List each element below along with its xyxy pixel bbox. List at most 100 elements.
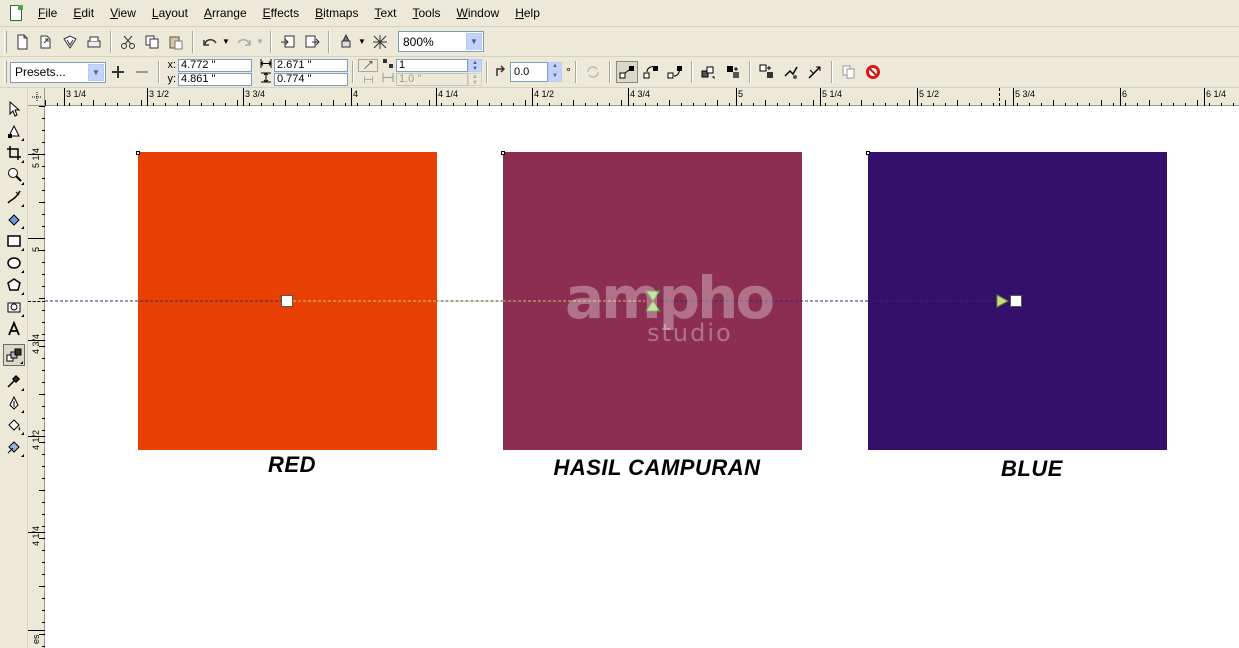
paste-icon[interactable] [165, 31, 187, 53]
import-icon[interactable] [277, 31, 299, 53]
drawing-canvas[interactable]: ampho studio RED HASIL CAMPURAN BLUE [45, 106, 1239, 648]
smart-fill-tool-icon[interactable] [3, 208, 25, 230]
menu-arrange[interactable]: Arrange [196, 0, 255, 27]
ruler-label: 3 3/4 [245, 89, 266, 99]
ruler-label: 4 [353, 89, 359, 99]
new-document-icon[interactable] [11, 31, 33, 53]
open-icon[interactable] [35, 31, 57, 53]
x-position-input[interactable]: 4.772 " [178, 58, 252, 72]
chevron-down-icon[interactable]: ▼ [466, 33, 482, 50]
y-position-input[interactable]: 4.861 " [178, 72, 252, 86]
undo-icon[interactable] [199, 31, 221, 53]
menu-view[interactable]: View [102, 0, 144, 27]
color-acceleration-icon[interactable] [722, 61, 744, 83]
direct-blend-icon[interactable] [615, 61, 638, 83]
ruler-major-tick [736, 88, 737, 106]
save-icon[interactable] [59, 31, 81, 53]
path-properties-dropdown-icon[interactable] [804, 61, 826, 83]
toolbar-grip[interactable] [4, 30, 7, 53]
redo-icon[interactable] [233, 31, 255, 53]
blend-steps-input[interactable]: 1 [396, 58, 468, 72]
ruler-label: 4 3/4 [31, 333, 41, 354]
menu-layout[interactable]: Layout [144, 0, 196, 27]
fixed-spacing-icon[interactable] [358, 73, 378, 86]
copy-blend-properties-icon[interactable] [838, 61, 860, 83]
blend-start-handle[interactable] [281, 295, 293, 307]
loop-blend-icon[interactable] [582, 61, 604, 83]
ellipse-tool-icon[interactable] [3, 252, 25, 274]
menu-help[interactable]: Help [507, 0, 548, 27]
height-input[interactable]: 0.774 " [274, 72, 348, 86]
object-acceleration-icon[interactable] [698, 61, 720, 83]
menu-edit[interactable]: Edit [65, 0, 102, 27]
ruler-major-tick [147, 88, 148, 106]
menu-tools[interactable]: Tools [404, 0, 448, 27]
launcher-dropdown-icon[interactable]: ▼ [358, 37, 366, 46]
corel-online-icon[interactable] [369, 31, 391, 53]
eyedropper-tool-icon[interactable] [3, 370, 25, 392]
export-icon[interactable] [301, 31, 323, 53]
blend-end-handle[interactable] [1010, 295, 1022, 307]
presets-value: Presets... [15, 65, 66, 79]
basic-shapes-tool-icon[interactable] [3, 296, 25, 318]
chevron-down-icon[interactable]: ▼ [88, 63, 104, 81]
polygon-tool-icon[interactable] [3, 274, 25, 296]
pick-tool-icon[interactable] [3, 98, 25, 120]
horizontal-ruler[interactable]: 3 1/4 3 1/2 3 3/4 4 4 1/4 4 1/2 4 3/4 5 5 1/4 5 1… [45, 88, 1239, 106]
copy-icon[interactable] [141, 31, 163, 53]
interactive-fill-tool-icon[interactable] [3, 436, 25, 458]
ruler-label: 5 3/4 [1015, 89, 1036, 99]
zoom-tool-icon[interactable] [3, 164, 25, 186]
size-fields: 2.671 " 0.774 " [258, 58, 348, 86]
blend-direction-input[interactable]: 0.0 [510, 62, 548, 82]
clear-blend-icon[interactable] [862, 61, 884, 83]
spacing-spin-icon[interactable]: ▲ ▼ [468, 72, 482, 86]
path-properties-icon[interactable] [358, 58, 378, 72]
width-input[interactable]: 2.671 " [274, 58, 348, 72]
presets-combo[interactable]: Presets... ▼ [10, 61, 106, 83]
crop-tool-icon[interactable] [3, 142, 25, 164]
counterclockwise-blend-icon[interactable] [664, 61, 686, 83]
ruler-label: 5 1/4 [822, 89, 843, 99]
menu-bitmaps[interactable]: Bitmaps [307, 0, 366, 27]
fill-tool-icon[interactable] [3, 414, 25, 436]
blend-spacing-input[interactable]: 1.0 " [396, 72, 468, 86]
ruler-major-tick [1013, 88, 1014, 106]
add-preset-icon[interactable] [107, 61, 129, 83]
menu-bar: File Edit View Layout Arrange Effects Bi… [0, 0, 1239, 27]
toolbar-separator [690, 61, 693, 83]
ruler-label: 4 1/4 [438, 89, 459, 99]
remove-preset-icon[interactable] [131, 61, 153, 83]
ruler-major-tick [243, 88, 244, 106]
ruler-label: 5 1/4 [31, 147, 41, 168]
zoom-level-combo[interactable]: 800% ▼ [398, 31, 484, 52]
menu-window[interactable]: Window [449, 0, 508, 27]
application-launcher-icon[interactable] [335, 31, 357, 53]
freehand-tool-icon[interactable] [3, 186, 25, 208]
vertical-ruler[interactable]: 5 1/4 5 4 3/4 4 1/2 4 1/4 es [28, 106, 45, 648]
text-tool-icon[interactable] [3, 318, 25, 340]
degree-unit: ° [566, 65, 571, 79]
print-icon[interactable] [83, 31, 105, 53]
toolbar-separator [748, 61, 751, 83]
menu-file[interactable]: File [30, 0, 65, 27]
cut-icon[interactable] [117, 31, 139, 53]
steps-spin-icon[interactable]: ▲ ▼ [468, 58, 482, 72]
redo-dropdown-icon[interactable]: ▼ [256, 37, 264, 46]
shape-tool-icon[interactable] [3, 120, 25, 142]
ruler-label: 3 1/2 [149, 89, 170, 99]
undo-dropdown-icon[interactable]: ▼ [222, 37, 230, 46]
interactive-blend-tool-icon[interactable] [3, 344, 25, 366]
ruler-origin[interactable] [28, 88, 45, 106]
miscellaneous-blend-options-icon[interactable] [756, 61, 778, 83]
direction-spin-icon[interactable]: ▲ ▼ [548, 62, 562, 82]
rectangle-tool-icon[interactable] [3, 230, 25, 252]
outline-tool-icon[interactable] [3, 392, 25, 414]
toolbar-grip[interactable] [4, 61, 7, 83]
clockwise-blend-icon[interactable] [640, 61, 662, 83]
app-document-icon[interactable] [8, 5, 24, 21]
toolbar-separator [270, 30, 272, 53]
menu-text[interactable]: Text [366, 0, 404, 27]
start-end-properties-icon[interactable] [780, 61, 802, 83]
menu-effects[interactable]: Effects [255, 0, 307, 27]
